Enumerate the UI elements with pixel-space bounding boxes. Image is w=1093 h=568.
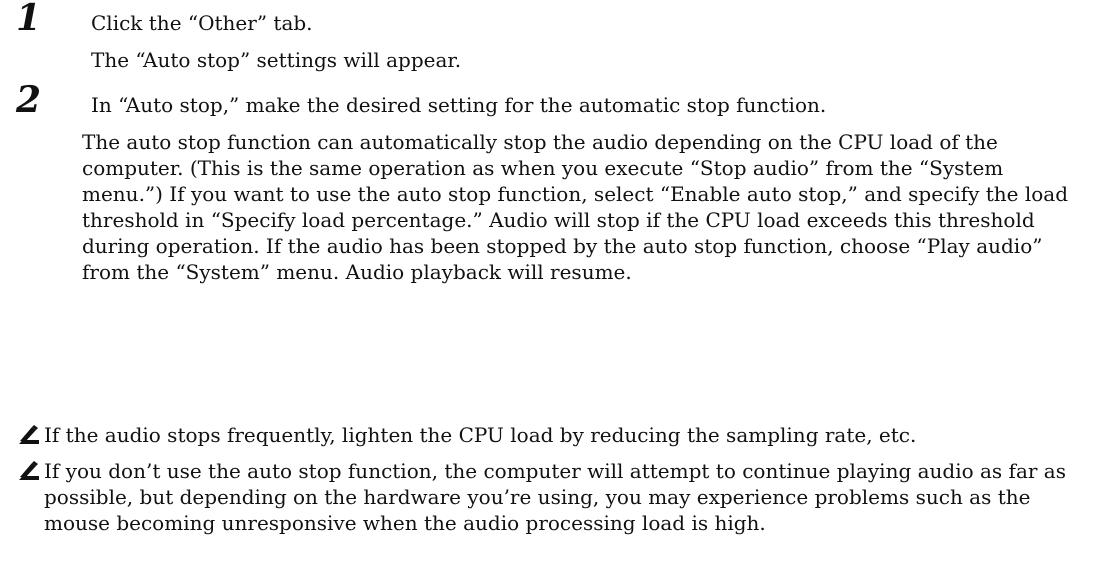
step-number: 2 (16, 79, 42, 121)
step-instruction: In “Auto stop,” make the desired setting… (91, 93, 827, 117)
note-text: If the audio stops frequently, lighten t… (44, 423, 917, 447)
manual-page: 1 Click the “Other” tab. The “Auto stop”… (0, 0, 1093, 568)
step-instruction: Click the “Other” tab. (91, 11, 313, 35)
pencil-note-icon (19, 461, 39, 480)
step-body: In “Auto stop,” make the desired setting… (82, 92, 1071, 285)
step-body: Click the “Other” tab. The “Auto stop” s… (91, 10, 1071, 73)
step-description: The auto stop function can automatically… (82, 130, 1068, 284)
pencil-note-icon (19, 425, 39, 444)
note-text: If you don’t use the auto stop function,… (44, 459, 1066, 535)
step-result: The “Auto stop” settings will appear. (91, 48, 462, 72)
step-number: 1 (16, 0, 42, 39)
